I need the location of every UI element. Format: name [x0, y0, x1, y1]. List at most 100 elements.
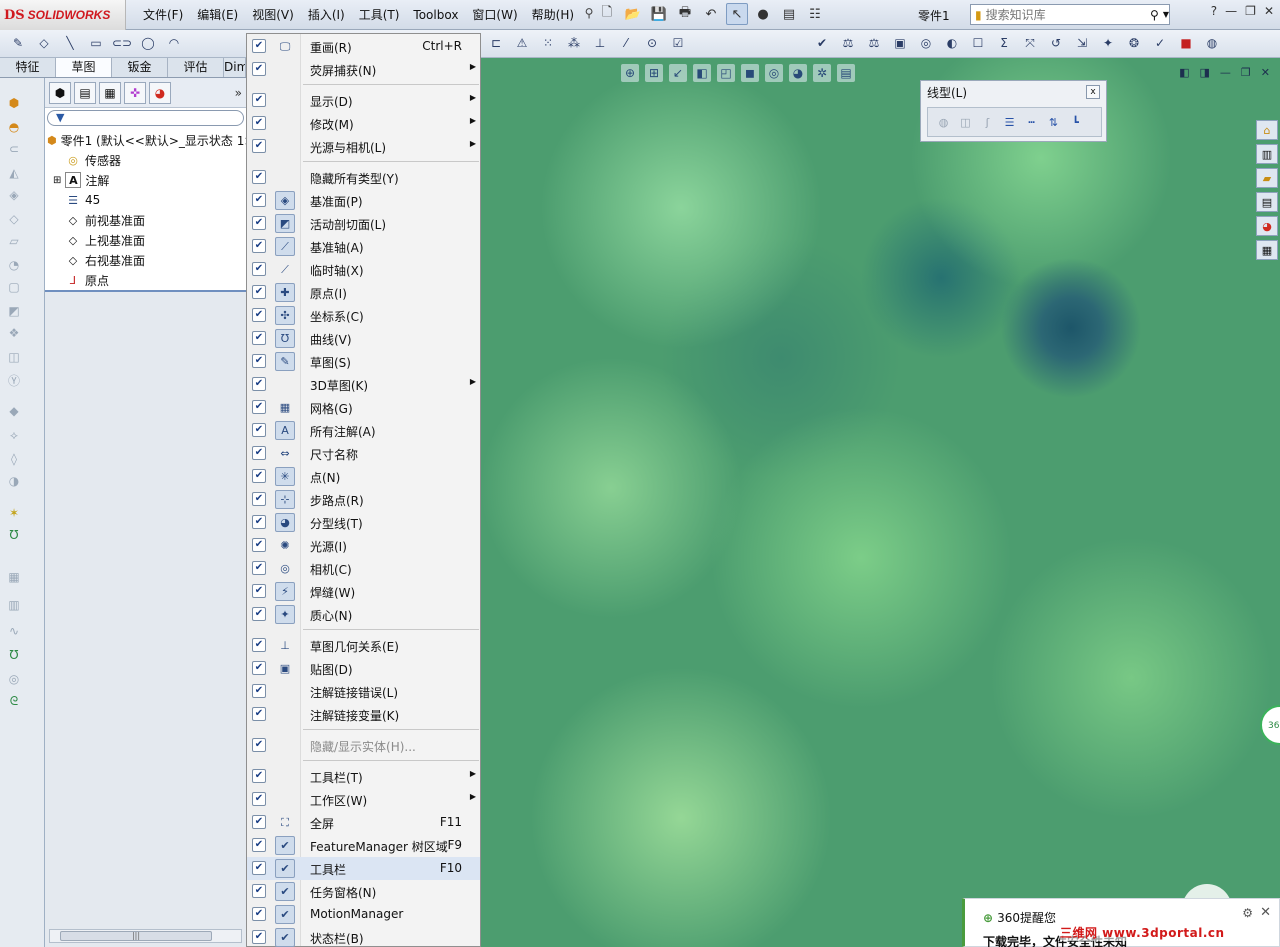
tab-dimx[interactable]: DimX	[224, 58, 246, 77]
helix-icon[interactable]: Ʊ	[5, 648, 23, 666]
pin-icon[interactable]: ⚲	[581, 6, 597, 24]
tab-sheet-metal[interactable]: 钣金	[112, 58, 168, 77]
indent-icon[interactable]: ◑	[5, 474, 23, 492]
menu-checkbox[interactable]: ✔	[252, 707, 266, 721]
menu-checkbox[interactable]: ✔	[252, 216, 266, 230]
menu-view[interactable]: 视图(V)	[245, 6, 301, 24]
search-input[interactable]: 搜索知识库	[986, 6, 1146, 23]
hole-icon[interactable]: ▱	[5, 234, 23, 252]
loft-icon[interactable]: ◭	[5, 166, 23, 184]
quick-snap-icon[interactable]: ⊙	[642, 33, 662, 53]
menu-checkbox[interactable]: ✔	[252, 561, 266, 575]
menu-item[interactable]: ✔ ⟋ 临时轴(X)	[247, 258, 480, 281]
circle-icon[interactable]: ◯	[138, 33, 158, 53]
deviation-icon[interactable]: ⤧	[1020, 33, 1040, 53]
display-style-icon[interactable]: ◼	[741, 64, 759, 82]
zoom-to-fit-icon[interactable]: ⊕	[621, 64, 639, 82]
view-palette-icon[interactable]: ▤	[1256, 192, 1278, 212]
menu-file[interactable]: 文件(F)	[136, 6, 190, 24]
view-orientation-icon[interactable]: ◰	[717, 64, 735, 82]
menu-checkbox[interactable]: ✔	[252, 423, 266, 437]
line-thickness-icon[interactable]: ☰	[1000, 113, 1019, 132]
mirror-icon[interactable]: ⚠	[512, 33, 532, 53]
menu-item[interactable]: ✔ ✦ 质心(N)	[247, 603, 480, 626]
edit-appearance-icon[interactable]: ◕	[789, 64, 807, 82]
menu-checkbox[interactable]: ✔	[252, 515, 266, 529]
menu-item[interactable]: ✔ ⇔ 尺寸名称	[247, 442, 480, 465]
viewport-minimize-icon[interactable]: —	[1220, 66, 1231, 79]
property-manager-icon[interactable]: ▤	[74, 81, 96, 104]
menu-checkbox[interactable]: ✔	[252, 377, 266, 391]
tab-sketch[interactable]: 草图	[56, 58, 112, 77]
menu-item[interactable]: ✔ ✔ FeatureManager 树区域 F9	[247, 834, 480, 857]
menu-checkbox[interactable]: ✔	[252, 738, 266, 752]
menu-checkbox[interactable]: ✔	[252, 62, 266, 76]
menu-checkbox[interactable]: ✔	[252, 815, 266, 829]
menu-item[interactable]: ✔ ◕ 分型线(T)	[247, 511, 480, 534]
select-arrow-icon[interactable]: ↖	[726, 3, 748, 25]
rapid-sketch-icon[interactable]: ☑	[668, 33, 688, 53]
shell-icon[interactable]: ❖	[5, 326, 23, 344]
new-document-icon[interactable]: 🗋	[596, 3, 618, 25]
menu-checkbox[interactable]: ✔	[252, 170, 266, 184]
tile-left-icon[interactable]: ◧	[1179, 66, 1189, 79]
menu-help[interactable]: 帮助(H)	[525, 6, 581, 24]
graphics-area[interactable]: ⊕ ⊞ ↙ ◧ ◰ ◼ ◎ ◕ ✲ ▤ ◧ ◨ — ❐ ✕	[481, 58, 1280, 947]
tab-features[interactable]: 特征	[0, 58, 56, 77]
tree-node-sensors[interactable]: ◎ 传感器	[47, 150, 246, 170]
feature-tree-icon[interactable]: ⬢	[49, 81, 71, 104]
menu-item[interactable]: ✔ ◩ 活动剖切面(L)	[247, 212, 480, 235]
tree-node-material[interactable]: ☰ 45	[47, 190, 246, 210]
menu-item[interactable]: ✔ ⟋ 基准轴(A)	[247, 235, 480, 258]
file-properties-icon[interactable]: ▤	[778, 3, 800, 25]
menu-item[interactable]: ✔ A 所有注解(A)	[247, 419, 480, 442]
chevron-down-icon[interactable]: ▼	[1163, 10, 1169, 19]
curves-icon[interactable]: Ʊ	[5, 528, 23, 546]
color-display-mode-icon[interactable]: ┗	[1066, 113, 1085, 132]
menu-item[interactable]: ✔ ✣ 坐标系(C)	[247, 304, 480, 327]
menu-checkbox[interactable]: ✔	[252, 308, 266, 322]
extrude-icon[interactable]: ⬢	[5, 96, 23, 114]
options-icon[interactable]: ☷	[804, 3, 826, 25]
search-knowledge-base[interactable]: ▮ 搜索知识库 ⚲ ▼	[970, 4, 1170, 25]
file-explorer-icon[interactable]: ▰	[1256, 168, 1278, 188]
menu-checkbox[interactable]: ✔	[252, 930, 266, 944]
menu-item[interactable]: ✔ ✔ 工具栏 F10	[247, 857, 480, 880]
spiral-icon[interactable]: ᘓ	[5, 694, 23, 712]
close-icon[interactable]: x	[1086, 85, 1100, 99]
smart-dimension-icon[interactable]: ◇	[34, 33, 54, 53]
relations-icon[interactable]: ⊥	[590, 33, 610, 53]
menu-item[interactable]: ✔ 工作区(W) ▶	[247, 788, 480, 811]
render-icon[interactable]: ❂	[1124, 33, 1144, 53]
menu-item[interactable]: ✔ 荧屏捕获(N) ▶	[247, 58, 480, 81]
display-manager-icon[interactable]: ◕	[149, 81, 171, 104]
appearances-icon[interactable]: ◕	[1256, 216, 1278, 236]
menu-checkbox[interactable]: ✔	[252, 884, 266, 898]
wrap-icon[interactable]: Ⓨ	[5, 372, 23, 390]
sum-icon[interactable]: Σ	[994, 33, 1014, 53]
boundary-icon[interactable]: ◈	[5, 188, 23, 206]
menu-checkbox[interactable]: ✔	[252, 285, 266, 299]
line-style-icon[interactable]: ʃ	[978, 113, 997, 132]
menu-item[interactable]: ✔ 光源与相机(L) ▶	[247, 135, 480, 158]
slot-icon[interactable]: ⊂⊃	[112, 33, 132, 53]
tree-node-right-plane[interactable]: ◇ 右视基准面	[47, 250, 246, 270]
hide-show-edges-icon[interactable]: ⇅	[1044, 113, 1063, 132]
search-icon[interactable]: ⚲	[1150, 8, 1159, 22]
menu-checkbox[interactable]: ✔	[252, 838, 266, 852]
menu-checkbox[interactable]: ✔	[252, 39, 266, 53]
rib-icon[interactable]: ◩	[5, 304, 23, 322]
revolve-icon[interactable]: ◓	[5, 120, 23, 138]
move-icon[interactable]: ⁂	[564, 33, 584, 53]
restore-icon[interactable]: ❐	[1245, 4, 1256, 18]
instant3d-icon[interactable]: ▦	[5, 570, 23, 588]
expand-plus-icon[interactable]: ⊞	[53, 175, 61, 186]
menu-item[interactable]: ✔ ✎ 草图(S)	[247, 350, 480, 373]
tree-node-top-plane[interactable]: ◇ 上视基准面	[47, 230, 246, 250]
menu-item[interactable]: ✔ 🖵 重画(R) Ctrl+R	[247, 35, 480, 58]
line-font-icon[interactable]: ┅	[1022, 113, 1041, 132]
projected-curve-icon[interactable]: ∿	[5, 624, 23, 642]
repair-icon[interactable]: ⁄	[616, 33, 636, 53]
spell-check-icon[interactable]: ✔	[812, 33, 832, 53]
print-icon[interactable]: 🖶	[674, 3, 696, 25]
